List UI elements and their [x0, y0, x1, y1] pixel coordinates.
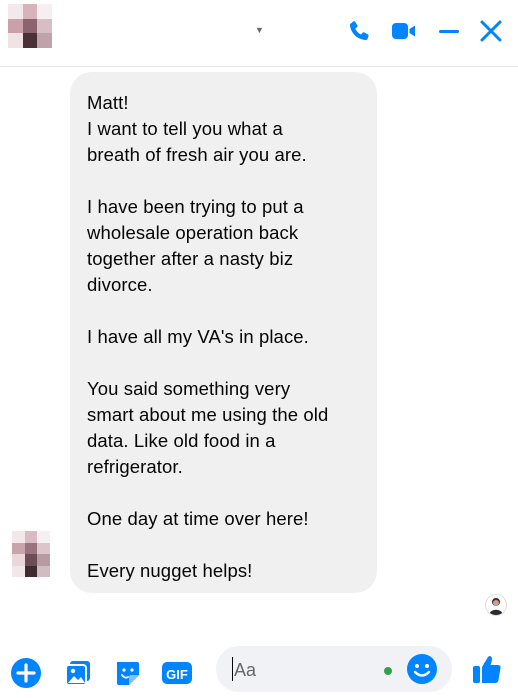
- message-paragraph: Matt! I want to tell you what a breath o…: [87, 92, 307, 165]
- minimize-icon[interactable]: [432, 14, 466, 48]
- online-status-dot: [384, 667, 392, 675]
- photo-icon[interactable]: [61, 656, 95, 690]
- message-paragraph: I have all my VA's in place.: [87, 326, 309, 347]
- seen-receipt-avatar: [485, 594, 507, 616]
- message-paragraph: I have been trying to put a wholesale op…: [87, 196, 304, 295]
- plus-circle-icon[interactable]: [9, 656, 43, 690]
- chevron-down-icon[interactable]: ▼: [255, 25, 264, 35]
- gif-label: GIF: [166, 667, 188, 682]
- message-input-pill[interactable]: [216, 646, 452, 692]
- chat-header: ▼: [0, 0, 518, 67]
- message-paragraph: One day at time over here!: [87, 508, 309, 529]
- sticker-icon[interactable]: [110, 656, 144, 690]
- close-icon[interactable]: [474, 14, 508, 48]
- message-list[interactable]: Matt! I want to tell you what a breath o…: [0, 66, 518, 636]
- phone-icon[interactable]: [342, 14, 376, 48]
- message-paragraph: You said something very smart about me u…: [87, 378, 329, 477]
- message-bubble[interactable]: Matt! I want to tell you what a breath o…: [70, 72, 377, 593]
- sender-avatar[interactable]: [12, 531, 50, 577]
- message-input[interactable]: [232, 655, 386, 685]
- emoji-icon[interactable]: [406, 653, 438, 685]
- contact-name[interactable]: [72, 8, 256, 42]
- thumbs-up-icon[interactable]: [470, 652, 504, 686]
- gif-icon[interactable]: GIF: [160, 656, 194, 690]
- contact-avatar[interactable]: [8, 4, 52, 48]
- message-paragraph: Every nugget helps!: [87, 560, 253, 581]
- video-camera-icon[interactable]: [387, 14, 421, 48]
